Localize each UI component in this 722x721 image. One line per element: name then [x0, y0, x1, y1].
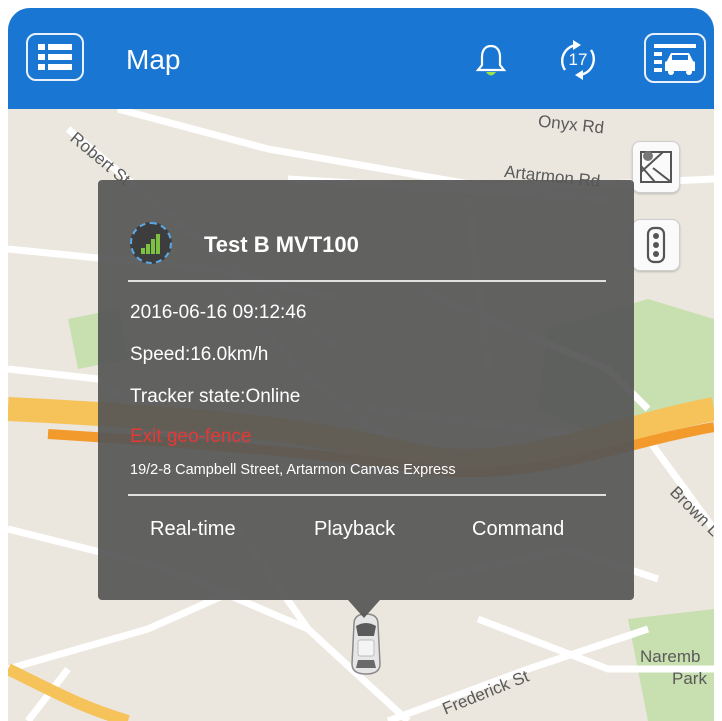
car-marker-icon[interactable]	[346, 612, 386, 676]
signal-strength-icon	[141, 234, 160, 254]
playback-button[interactable]: Playback	[314, 518, 395, 541]
page-title: Map	[126, 44, 181, 75]
app-bar: Map 17	[8, 8, 714, 109]
tracker-state: Tracker state:Online	[130, 386, 301, 407]
map-layer-button[interactable]	[632, 141, 680, 193]
refresh-countdown: 17	[568, 50, 588, 69]
bell-icon[interactable]	[474, 42, 508, 78]
car-list-icon	[654, 44, 696, 75]
popup-pointer	[348, 600, 380, 618]
map-layer-icon	[640, 151, 672, 183]
device-datetime: 2016-06-16 09:12:46	[130, 302, 307, 323]
menu-button[interactable]	[26, 33, 84, 81]
command-button[interactable]: Command	[472, 518, 564, 541]
device-name: Test B MVT100	[204, 232, 359, 257]
app-window: Map 17 Onyx Rd Artarmon Rd Robert St Fre…	[8, 8, 714, 721]
divider-top	[128, 280, 606, 282]
list-icon	[38, 44, 72, 70]
realtime-button[interactable]: Real-time	[150, 518, 236, 541]
traffic-light-icon	[646, 226, 666, 264]
traffic-button[interactable]	[632, 219, 680, 271]
refresh-button[interactable]: 17	[553, 36, 603, 84]
device-speed: Speed:16.0km/h	[130, 344, 269, 365]
divider-bottom	[128, 494, 606, 496]
map-label-park: Park	[672, 669, 707, 688]
signal-badge	[130, 222, 172, 264]
map-label-naremb: Naremb	[640, 647, 701, 666]
vehicle-info-popup: Test B MVT100 2016-06-16 09:12:46 Speed:…	[98, 180, 634, 600]
device-address: 19/2-8 Campbell Street, Artarmon Canvas …	[130, 462, 456, 478]
vehicle-list-button[interactable]	[644, 33, 706, 83]
geofence-alert: Exit geo-fence	[130, 426, 252, 447]
